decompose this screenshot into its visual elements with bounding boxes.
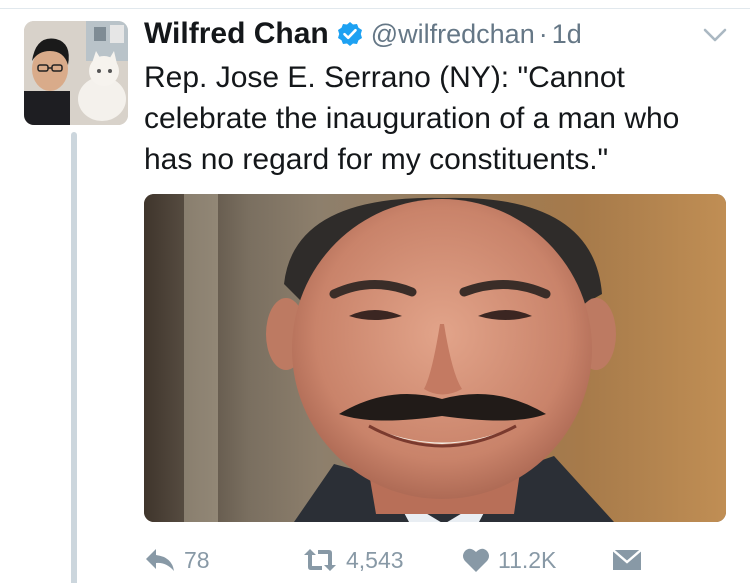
verified-badge-icon (337, 21, 363, 47)
avatar[interactable] (24, 21, 128, 125)
tweet-text: Rep. Jose E. Serrano (NY): "Cannot celeb… (144, 61, 680, 176)
retweet-button[interactable]: 4,543 (302, 540, 404, 580)
retweet-icon (302, 547, 338, 573)
avatar-image (24, 21, 128, 125)
reply-count: 78 (184, 546, 210, 573)
retweet-count: 4,543 (346, 546, 404, 573)
like-button[interactable]: 11.2K (462, 540, 556, 580)
reply-icon (144, 547, 176, 573)
author-display-name[interactable]: Wilfred Chan (144, 17, 329, 51)
separator-dot: · (538, 18, 548, 49)
thread-line (71, 132, 77, 583)
like-count: 11.2K (498, 546, 557, 573)
tweet-timestamp[interactable]: 1d (552, 19, 582, 50)
tweet-header: Wilfred Chan @wilfredchan · 1d (144, 14, 582, 54)
heart-icon (462, 547, 490, 573)
direct-message-button[interactable] (612, 540, 642, 580)
reply-button[interactable]: 78 (144, 540, 210, 580)
top-divider (0, 8, 750, 9)
portrait-photo (144, 194, 726, 522)
tweet-media-photo[interactable] (144, 194, 726, 522)
envelope-icon (612, 548, 642, 572)
author-handle[interactable]: @wilfredchan (371, 19, 535, 50)
chevron-down-icon[interactable] (702, 26, 728, 44)
